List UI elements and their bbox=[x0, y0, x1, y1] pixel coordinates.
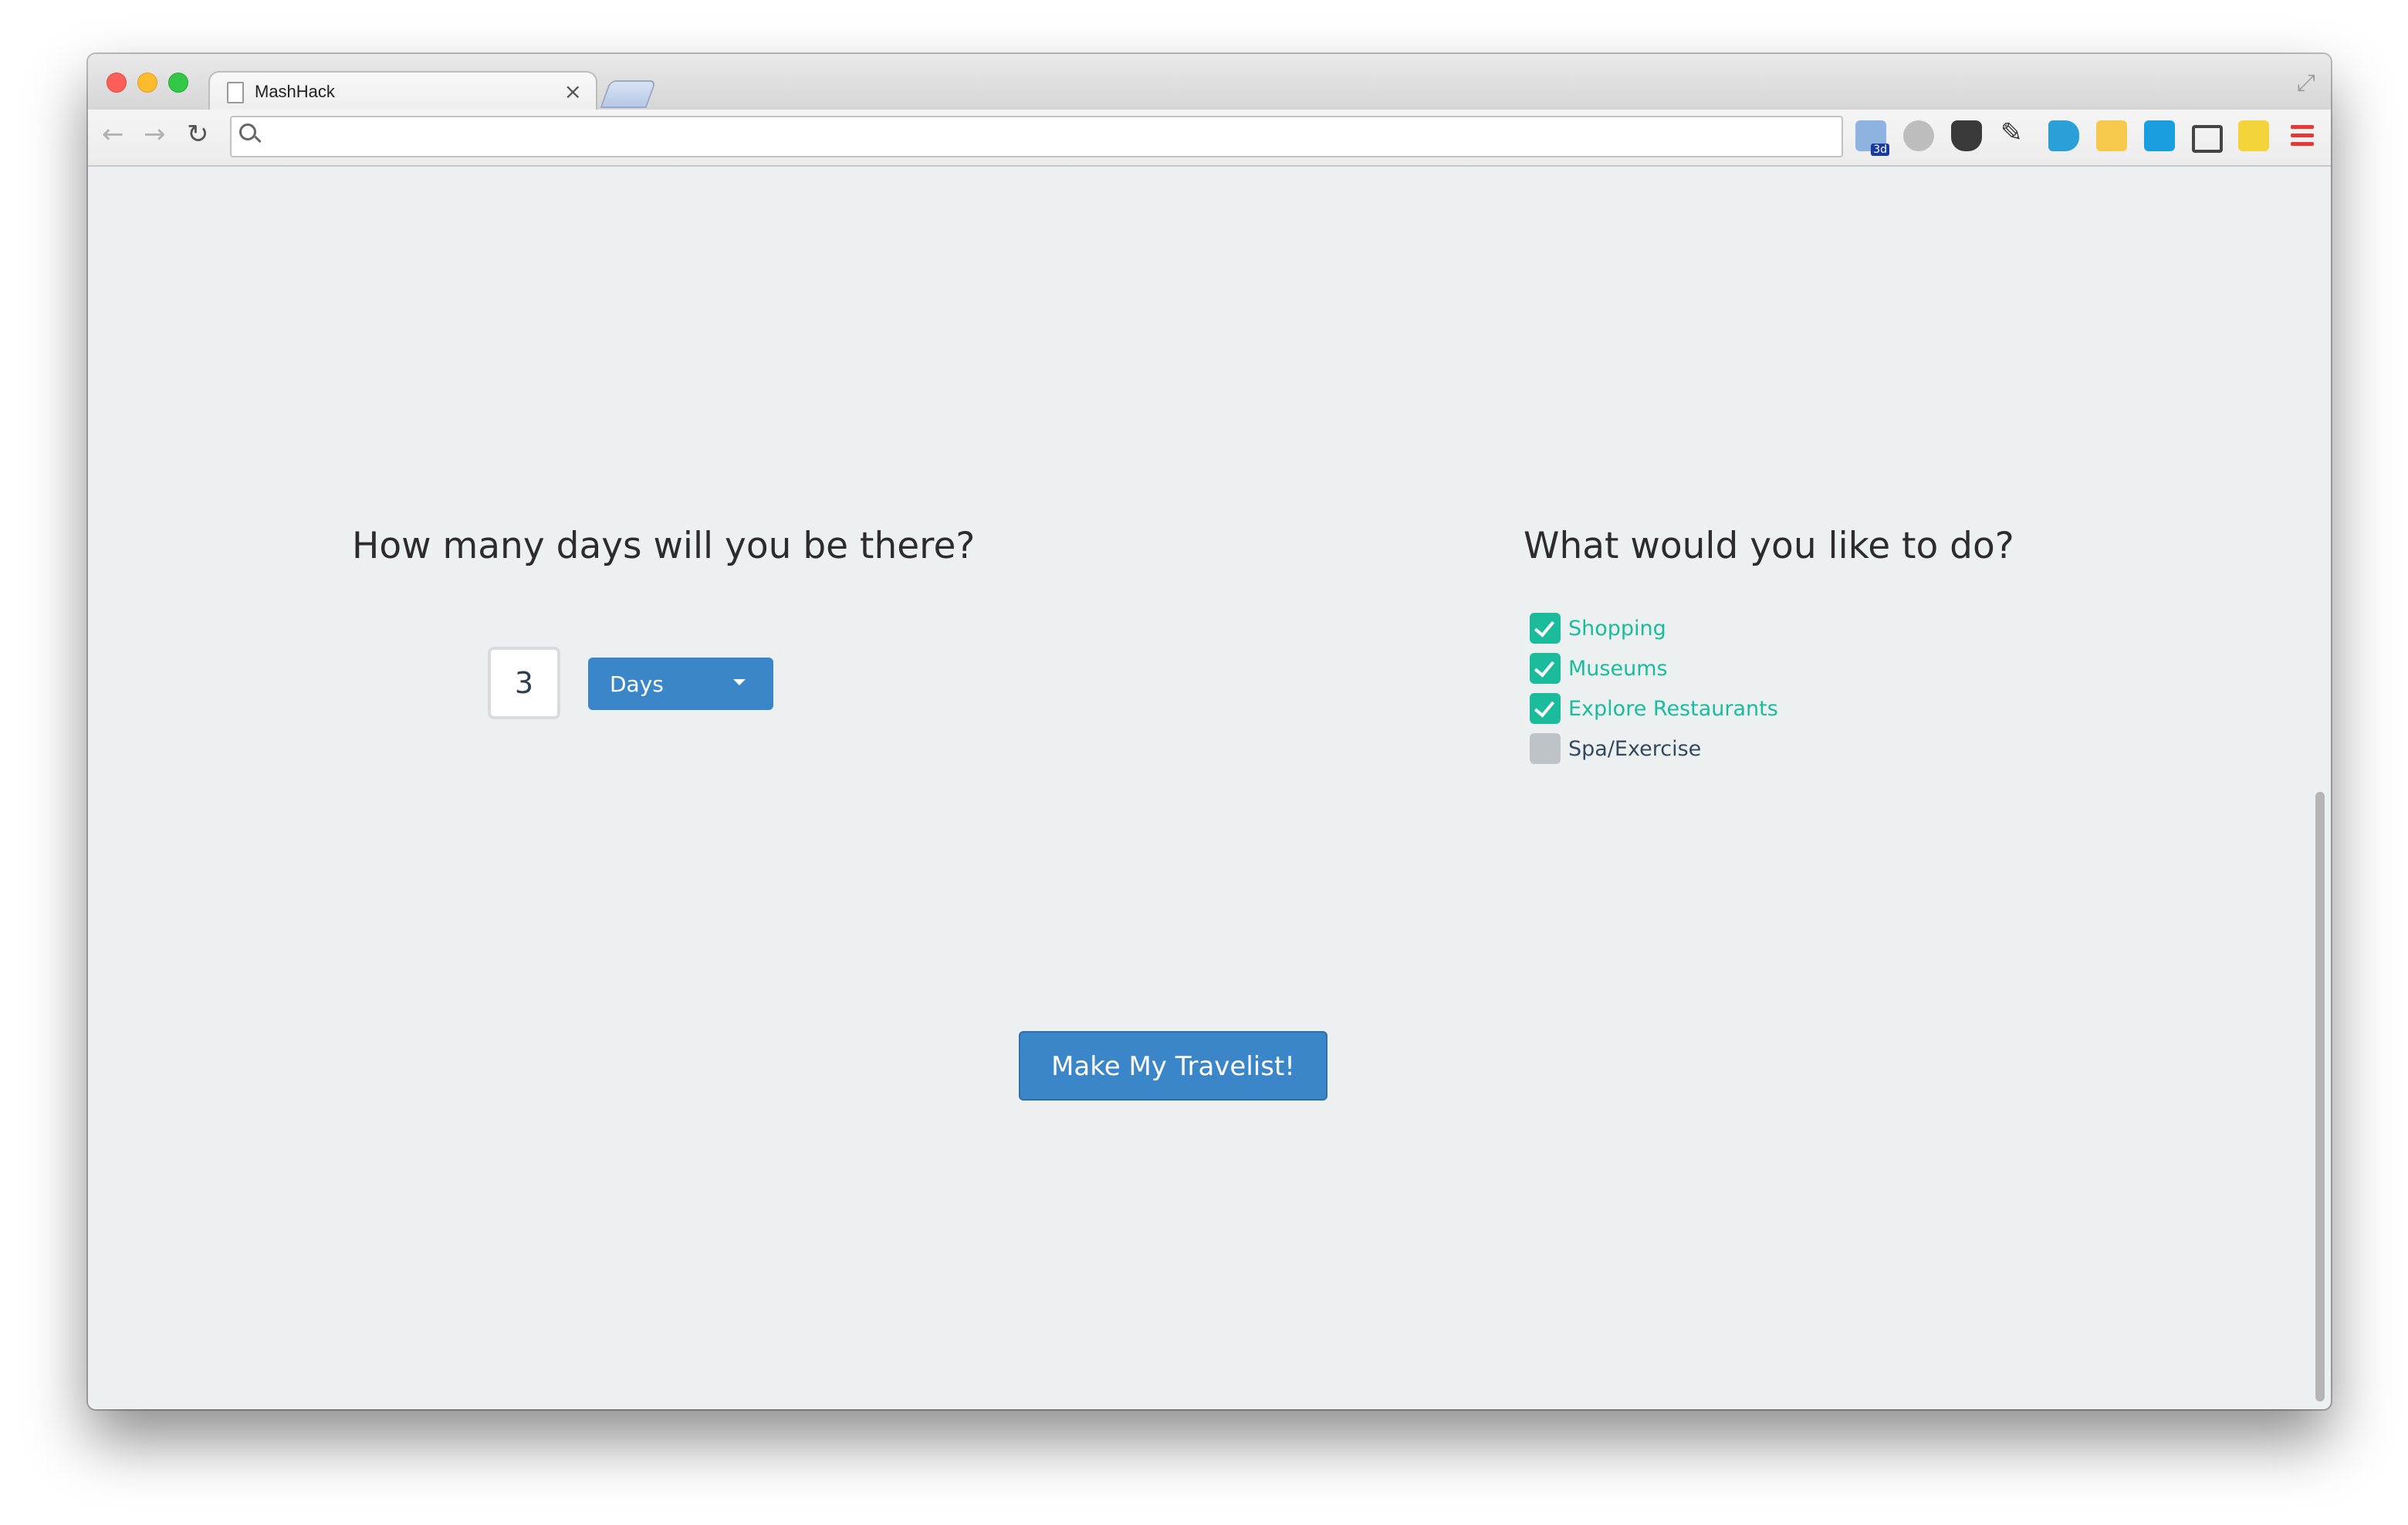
address-bar[interactable] bbox=[230, 116, 1843, 157]
activity-option-museums[interactable]: Museums bbox=[1530, 648, 1778, 688]
checkbox-checked-icon[interactable] bbox=[1530, 653, 1561, 684]
page-content: How many days will you be there? 3 Days … bbox=[88, 167, 2311, 1409]
activities-list: Shopping Museums Explore Restaurants Spa… bbox=[1530, 608, 1778, 769]
reload-icon[interactable]: ↻ bbox=[187, 119, 209, 150]
activity-option-restaurants[interactable]: Explore Restaurants bbox=[1530, 688, 1778, 729]
days-count-input[interactable]: 3 bbox=[488, 647, 560, 719]
3d-extension-icon[interactable]: 3d bbox=[1855, 120, 1889, 156]
browser-toolbar: ← → ↻ 3d ✎ bbox=[88, 110, 2331, 167]
search-icon bbox=[239, 123, 256, 140]
back-arrow-icon[interactable]: ← bbox=[102, 119, 124, 150]
checkbox-unchecked-icon[interactable] bbox=[1530, 733, 1561, 764]
days-unit-label: Days bbox=[610, 671, 664, 697]
page-icon bbox=[227, 82, 244, 103]
chevron-down-icon bbox=[733, 679, 746, 685]
tab-title: MashHack bbox=[255, 82, 335, 101]
tag-extension-icon[interactable] bbox=[2048, 120, 2079, 151]
activities-question: What would you like to do? bbox=[1524, 525, 2014, 567]
vertical-scrollbar[interactable] bbox=[2314, 167, 2326, 1406]
activity-label: Explore Restaurants bbox=[1568, 696, 1778, 721]
activity-label: Museums bbox=[1568, 656, 1668, 681]
browser-window: MashHack × ⤢ ← → ↻ 3d ✎ How many days wi… bbox=[88, 54, 2331, 1409]
activity-label: Spa/Exercise bbox=[1568, 736, 1702, 761]
hand-extension-icon[interactable] bbox=[1903, 120, 1934, 151]
tab-strip: MashHack × ⤢ bbox=[88, 54, 2331, 113]
star-extension-icon[interactable] bbox=[2096, 120, 2127, 151]
activity-label: Shopping bbox=[1568, 616, 1666, 641]
3d-extension-label: 3d bbox=[1871, 144, 1889, 156]
zoom-window-button[interactable] bbox=[168, 73, 188, 93]
tab-close-icon[interactable]: × bbox=[564, 79, 582, 104]
close-window-button[interactable] bbox=[107, 73, 127, 93]
minimize-window-button[interactable] bbox=[137, 73, 157, 93]
scrollbar-thumb[interactable] bbox=[2315, 792, 2325, 1402]
sticky-note-extension-icon[interactable] bbox=[2238, 120, 2269, 151]
checkbox-checked-icon[interactable] bbox=[1530, 693, 1561, 724]
days-question: How many days will you be there? bbox=[352, 525, 976, 567]
days-unit-dropdown[interactable]: Days bbox=[588, 658, 773, 710]
cast-extension-icon[interactable] bbox=[2192, 125, 2223, 153]
activity-option-spa[interactable]: Spa/Exercise bbox=[1530, 729, 1778, 769]
make-travelist-button[interactable]: Make My Travelist! bbox=[1019, 1031, 1327, 1101]
new-tab-button[interactable] bbox=[600, 80, 657, 108]
menu-icon[interactable] bbox=[2291, 125, 2314, 148]
checkbox-checked-icon[interactable] bbox=[1530, 613, 1561, 644]
tab-mashhack[interactable]: MashHack × bbox=[208, 71, 597, 113]
eyedropper-extension-icon[interactable]: ✎ bbox=[2000, 117, 2031, 148]
pocket-extension-icon[interactable] bbox=[1951, 120, 1982, 151]
download-extension-icon[interactable] bbox=[2144, 120, 2175, 151]
forward-arrow-icon[interactable]: → bbox=[144, 119, 166, 150]
activity-option-shopping[interactable]: Shopping bbox=[1530, 608, 1778, 648]
fullscreen-icon[interactable]: ⤢ bbox=[2297, 69, 2315, 96]
